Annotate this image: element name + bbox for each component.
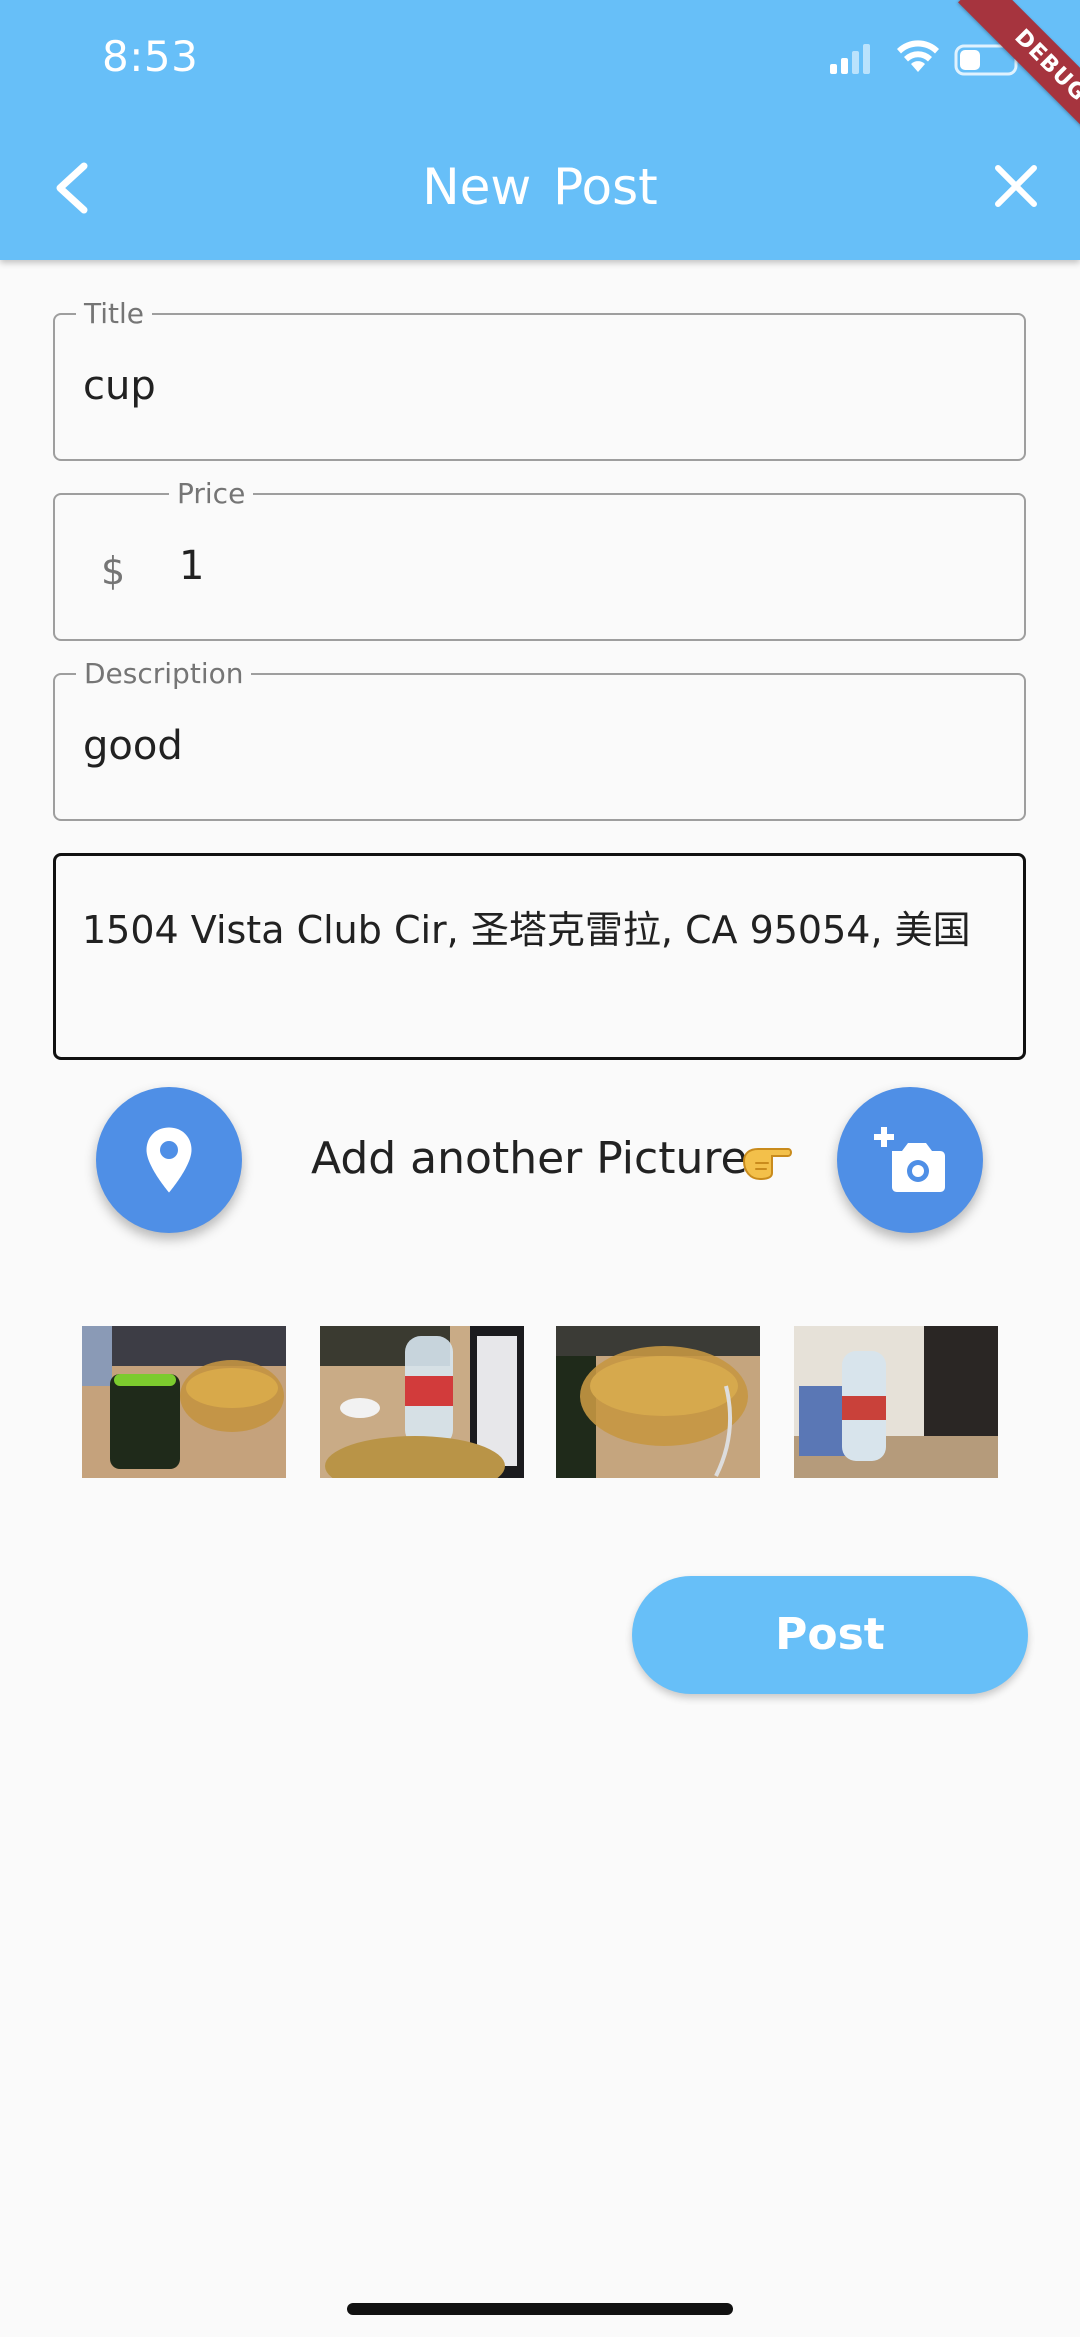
page-title: New Post [422,158,658,216]
debug-banner: DEBUG [958,0,1080,158]
status-time: 8:53 [102,32,199,81]
add-photo-button[interactable] [837,1087,983,1233]
title-field-value[interactable]: cup [83,363,156,409]
pointing-hand-icon [742,1148,792,1181]
debug-banner-corner: DEBUG [920,0,1080,160]
app-bar: 8:53 DEBUG New Post [0,0,1080,260]
thumbnail-bottles-chair[interactable] [794,1326,998,1478]
thumbnail-mug-bowl[interactable] [82,1326,286,1478]
price-prefix: $ [101,549,126,593]
thumbnail-water-bottle[interactable] [320,1326,524,1478]
signal-icon [830,44,870,74]
address-field[interactable]: 1504 Vista Club Cir, 圣塔克雷拉, CA 95054, 美国 [53,853,1026,1060]
add-a-photo-icon [874,1127,945,1192]
description-field[interactable]: Description good [53,657,1026,821]
price-field[interactable]: Price $ 1 [53,477,1026,641]
description-field-value[interactable]: good [83,723,183,769]
address-text[interactable]: 1504 Vista Club Cir, 圣塔克雷拉, CA 95054, 美国 [82,902,1002,959]
close-button[interactable] [990,160,1042,212]
photo-water-bottle [320,1326,524,1478]
home-indicator [347,2303,733,2315]
location-button[interactable] [96,1087,242,1233]
title-field[interactable]: Title cup [53,297,1026,461]
photo-mug-bowl [82,1326,286,1478]
description-field-label: Description [76,657,252,691]
title-field-label: Title [76,297,153,331]
price-field-label: Price [169,477,254,511]
thumbnail-bowl-closeup[interactable] [556,1326,760,1478]
photo-bottles-chair [794,1326,998,1478]
price-field-value[interactable]: 1 [179,543,204,589]
add-picture-label: Add another Picture [311,1133,748,1184]
photo-bowl-closeup [556,1326,760,1478]
location-pin-icon [146,1127,192,1193]
close-icon [995,165,1037,207]
post-button[interactable]: Post [632,1576,1028,1694]
